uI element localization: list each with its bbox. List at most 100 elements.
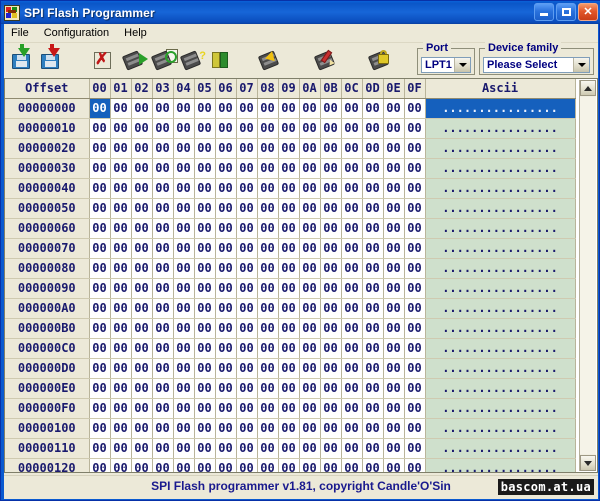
- hex-byte-cell[interactable]: 00: [110, 358, 132, 379]
- hex-byte-cell[interactable]: 00: [131, 198, 153, 219]
- hex-byte-cell[interactable]: 00: [299, 378, 321, 399]
- hex-byte-cell[interactable]: 00: [173, 178, 195, 199]
- hex-byte-cell[interactable]: 00: [89, 378, 111, 399]
- hex-byte-cell[interactable]: 00: [299, 398, 321, 419]
- hex-byte-cell[interactable]: 00: [299, 338, 321, 359]
- hex-byte-cell[interactable]: 00: [152, 318, 174, 339]
- hex-row[interactable]: 00000010 00 00 00 00 00 00 00 00 00 00 00 00 00 00 00 00…: [5, 118, 576, 139]
- hex-byte-cell[interactable]: 00: [194, 138, 216, 159]
- hex-byte-cell[interactable]: 00: [278, 318, 300, 339]
- hex-byte-cell[interactable]: 00: [299, 278, 321, 299]
- hex-byte-cell[interactable]: 00: [215, 298, 237, 319]
- hex-byte-cell[interactable]: 00: [215, 98, 237, 119]
- hex-byte-cell[interactable]: 00: [341, 158, 363, 179]
- hex-byte-cell[interactable]: 00: [362, 198, 384, 219]
- hex-byte-cell[interactable]: 00: [320, 278, 342, 299]
- hex-byte-cell[interactable]: 00: [236, 318, 258, 339]
- hex-byte-cell[interactable]: 00: [341, 458, 363, 472]
- hex-byte-cell[interactable]: 00: [320, 378, 342, 399]
- hex-byte-cell[interactable]: 00: [278, 218, 300, 239]
- hex-byte-cell[interactable]: 00: [131, 258, 153, 279]
- hex-byte-cell[interactable]: 00: [89, 218, 111, 239]
- hex-byte-cell[interactable]: 00: [320, 438, 342, 459]
- hex-byte-cell[interactable]: 00: [173, 398, 195, 419]
- hex-byte-cell[interactable]: 00: [278, 178, 300, 199]
- hex-byte-cell[interactable]: 00: [131, 458, 153, 472]
- hex-byte-cell[interactable]: 00: [110, 318, 132, 339]
- hex-byte-cell[interactable]: 00: [236, 278, 258, 299]
- scroll-down-button[interactable]: [580, 455, 596, 471]
- ascii-cell[interactable]: ................: [425, 298, 576, 319]
- hex-byte-cell[interactable]: 00: [131, 378, 153, 399]
- hex-byte-cell[interactable]: 00: [341, 378, 363, 399]
- hex-byte-cell[interactable]: 00: [215, 238, 237, 259]
- hex-byte-cell[interactable]: 00: [89, 238, 111, 259]
- hex-byte-cell[interactable]: 00: [173, 318, 195, 339]
- hex-byte-cell[interactable]: 00: [320, 418, 342, 439]
- hex-byte-cell[interactable]: 00: [236, 238, 258, 259]
- hex-byte-cell[interactable]: 00: [278, 378, 300, 399]
- hex-byte-cell[interactable]: 00: [257, 318, 279, 339]
- ascii-cell[interactable]: ................: [425, 118, 576, 139]
- hex-row[interactable]: 000000A0 00 00 00 00 00 00 00 00 00 00 00 00 00 00 00 00…: [5, 298, 576, 319]
- hex-row[interactable]: 00000020 00 00 00 00 00 00 00 00 00 00 00 00 00 00 00 00…: [5, 138, 576, 159]
- hex-byte-cell[interactable]: 00: [257, 218, 279, 239]
- hex-byte-cell[interactable]: 00: [110, 218, 132, 239]
- hex-byte-cell[interactable]: 00: [215, 178, 237, 199]
- hex-byte-cell[interactable]: 00: [404, 258, 426, 279]
- hex-byte-cell[interactable]: 00: [320, 298, 342, 319]
- hex-row[interactable]: 00000060 00 00 00 00 00 00 00 00 00 00 00 00 00 00 00 00…: [5, 218, 576, 239]
- hex-byte-cell[interactable]: 00: [278, 278, 300, 299]
- hex-byte-cell[interactable]: 00: [110, 158, 132, 179]
- hex-byte-cell[interactable]: 00: [362, 118, 384, 139]
- hex-byte-cell[interactable]: 00: [383, 98, 405, 119]
- hex-byte-cell[interactable]: 00: [257, 418, 279, 439]
- hex-byte-cell[interactable]: 00: [194, 258, 216, 279]
- hex-byte-cell[interactable]: 00: [383, 178, 405, 199]
- ascii-cell[interactable]: ................: [425, 278, 576, 299]
- hex-byte-cell[interactable]: 00: [257, 278, 279, 299]
- hex-byte-cell[interactable]: 00: [236, 358, 258, 379]
- hex-byte-cell[interactable]: 00: [236, 398, 258, 419]
- hex-byte-cell[interactable]: 00: [404, 458, 426, 472]
- hex-byte-cell[interactable]: 00: [131, 238, 153, 259]
- hex-byte-cell[interactable]: 00: [404, 98, 426, 119]
- hex-row[interactable]: 000000F0 00 00 00 00 00 00 00 00 00 00 00 00 00 00 00 00…: [5, 398, 576, 419]
- hex-byte-cell[interactable]: 00: [404, 418, 426, 439]
- hex-byte-cell[interactable]: 00: [341, 118, 363, 139]
- hex-table[interactable]: Offset 00 01 02 03 04 05 06 07 08 09 0A 0B 0C 0D 0E 0F A…: [5, 79, 576, 472]
- hex-byte-cell[interactable]: 00: [278, 158, 300, 179]
- hex-byte-cell[interactable]: 00: [173, 98, 195, 119]
- hex-byte-cell[interactable]: 00: [404, 378, 426, 399]
- hex-byte-cell[interactable]: 00: [362, 218, 384, 239]
- hex-byte-cell[interactable]: 00: [299, 118, 321, 139]
- hex-byte-cell[interactable]: 00: [173, 258, 195, 279]
- hex-byte-cell[interactable]: 00: [152, 338, 174, 359]
- hex-byte-cell[interactable]: 00: [152, 198, 174, 219]
- hex-byte-cell[interactable]: 00: [383, 338, 405, 359]
- hex-byte-cell[interactable]: 00: [383, 438, 405, 459]
- hex-byte-cell[interactable]: 00: [257, 258, 279, 279]
- hex-byte-cell[interactable]: 00: [299, 238, 321, 259]
- hex-byte-cell[interactable]: 00: [110, 118, 132, 139]
- hex-byte-cell[interactable]: 00: [341, 238, 363, 259]
- hex-byte-cell[interactable]: 00: [404, 178, 426, 199]
- hex-byte-cell[interactable]: 00: [131, 358, 153, 379]
- hex-byte-cell[interactable]: 00: [236, 298, 258, 319]
- ascii-cell[interactable]: ................: [425, 98, 576, 119]
- hex-byte-cell[interactable]: 00: [194, 358, 216, 379]
- scroll-up-button[interactable]: [580, 80, 596, 96]
- hex-byte-cell[interactable]: 00: [362, 358, 384, 379]
- hex-byte-cell[interactable]: 00: [173, 458, 195, 472]
- hex-row[interactable]: 00000100 00 00 00 00 00 00 00 00 00 00 00 00 00 00 00 00…: [5, 418, 576, 439]
- hex-byte-cell[interactable]: 00: [89, 458, 111, 472]
- hex-row[interactable]: 00000080 00 00 00 00 00 00 00 00 00 00 00 00 00 00 00 00…: [5, 258, 576, 279]
- hex-byte-cell[interactable]: 00: [404, 398, 426, 419]
- hex-byte-cell[interactable]: 00: [362, 378, 384, 399]
- hex-byte-cell[interactable]: 00: [299, 318, 321, 339]
- hex-byte-cell[interactable]: 00: [215, 218, 237, 239]
- hex-row[interactable]: 00000070 00 00 00 00 00 00 00 00 00 00 00 00 00 00 00 00…: [5, 238, 576, 259]
- hex-byte-cell[interactable]: 00: [278, 258, 300, 279]
- hex-byte-cell[interactable]: 00: [152, 98, 174, 119]
- close-button[interactable]: ✕: [578, 3, 598, 21]
